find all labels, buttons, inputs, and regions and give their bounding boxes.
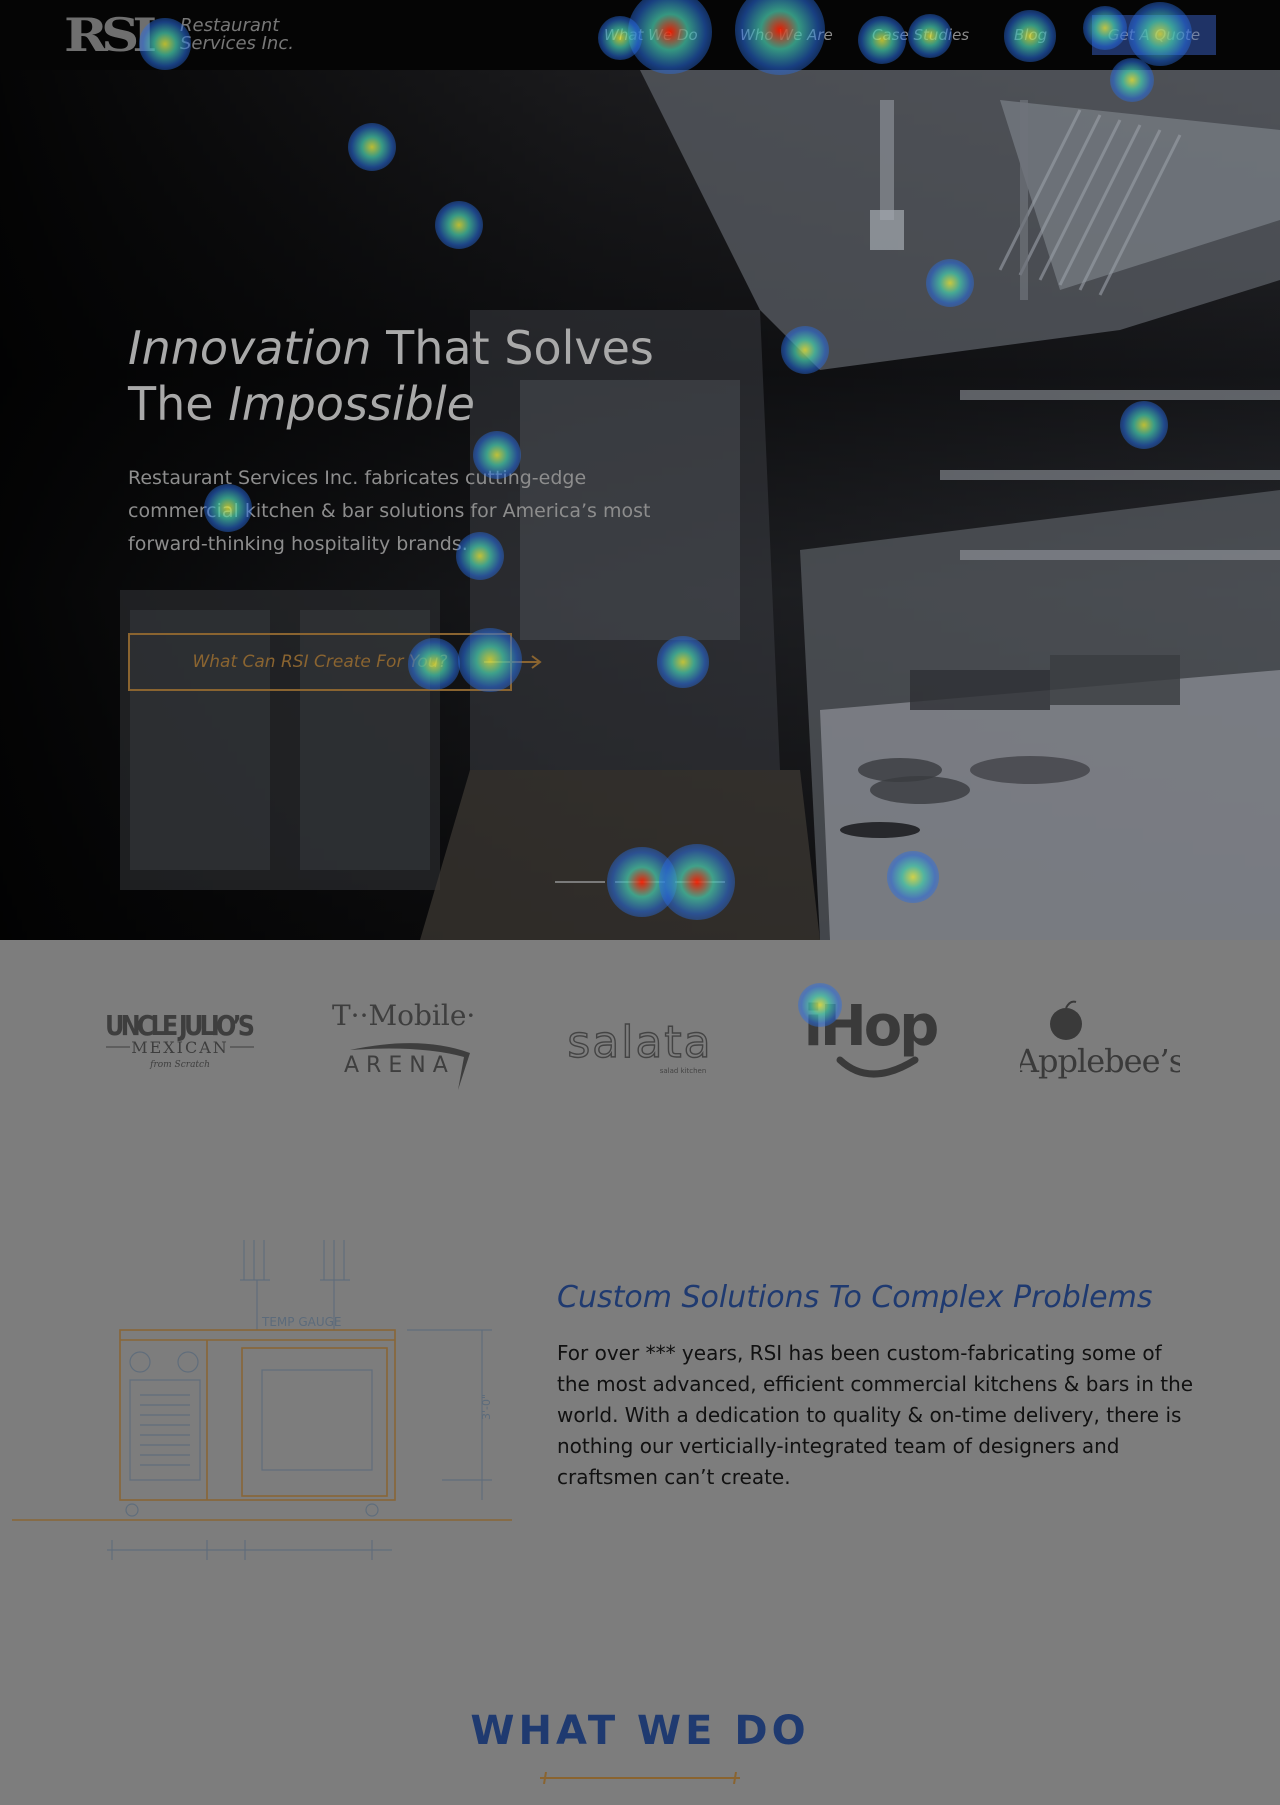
nav-link-blog[interactable]: Blog <box>1014 26 1047 44</box>
logo-mark: RSI <box>64 8 157 62</box>
applebees-logo: Applebee’s <box>1020 1000 1180 1080</box>
top-navigation: RSI Restaurant Services Inc. What We Do … <box>0 0 1280 70</box>
nav-link-who-we-are[interactable]: Who We Are <box>740 26 833 44</box>
heading-divider <box>540 1772 740 1784</box>
slider-dot-2[interactable] <box>615 881 665 883</box>
bar-equipment-schematic-image: TEMP GAUGE 3'-0" <box>12 1240 512 1560</box>
what-we-do-heading: WHAT WE DO <box>470 1708 810 1754</box>
svg-text:TEMP GAUGE: TEMP GAUGE <box>261 1315 342 1329</box>
slider-dot-3[interactable] <box>675 881 725 883</box>
uncle-julios-logo: UNCLE JULIO’S MEXICAN from Scratch <box>105 1010 255 1070</box>
svg-text:salad kitchen: salad kitchen <box>660 1067 707 1075</box>
hero-headline: Innovation That Solves The Impossible <box>128 320 748 432</box>
svg-text:ARENA: ARENA <box>344 1053 455 1078</box>
hero-headline-pre-2: The <box>128 377 229 431</box>
logo-line-2: Services Inc. <box>180 33 294 54</box>
tmobile-arena-logo: T··Mobile· ARENA <box>332 999 475 1090</box>
hero-cta-label: What Can RSI Create For You? <box>192 652 448 672</box>
svg-text:from Scratch: from Scratch <box>149 1060 210 1070</box>
hero-section: Innovation That Solves The Impossible Re… <box>0 70 1280 940</box>
get-a-quote-button[interactable]: Get A Quote <box>1092 15 1216 55</box>
hero-headline-line-2: The Impossible <box>128 376 748 432</box>
hero-headline-em-innovation: Innovation <box>128 321 372 375</box>
solutions-body: For over *** years, RSI has been custom-… <box>557 1341 1194 1489</box>
hero-headline-em-impossible: Impossible <box>228 377 475 431</box>
client-logos: UNCLE JULIO’S MEXICAN from Scratch T··Mo… <box>0 940 1280 1150</box>
svg-text:iHop: iHop <box>804 994 938 1059</box>
hero-headline-line-1: Innovation That Solves <box>128 320 748 376</box>
svg-text:MEXICAN: MEXICAN <box>131 1038 229 1057</box>
solutions-title: Custom Solutions To Complex Problems <box>557 1280 1153 1315</box>
rsi-logo[interactable]: RSI Restaurant Services Inc. <box>64 8 304 62</box>
hero-headline-rest-1: That Solves <box>371 321 654 375</box>
nav-link-what-we-do[interactable]: What We Do <box>604 26 698 44</box>
arrow-right-icon <box>484 655 542 669</box>
ihop-logo: iHop <box>804 994 940 1078</box>
salata-logo: salata salad kitchen <box>567 1016 712 1075</box>
hero-slider-pagination <box>555 876 725 888</box>
hero-cta-button[interactable]: What Can RSI Create For You? <box>128 633 542 691</box>
svg-text:3'-0": 3'-0" <box>480 1394 493 1420</box>
hero-subtitle: Restaurant Services Inc. fabricates cutt… <box>128 467 651 555</box>
svg-text:T··Mobile·: T··Mobile· <box>332 999 475 1032</box>
svg-text:salata: salata <box>567 1017 712 1068</box>
slider-dot-1[interactable] <box>555 881 605 883</box>
custom-solutions-section: TEMP GAUGE 3'-0" Custom Solutions To Com… <box>0 1200 1280 1600</box>
logo-wordmark: Restaurant Services Inc. <box>180 17 294 53</box>
nav-link-case-studies[interactable]: Case Studies <box>872 26 969 44</box>
svg-text:Applebee’s: Applebee’s <box>1020 1042 1180 1080</box>
